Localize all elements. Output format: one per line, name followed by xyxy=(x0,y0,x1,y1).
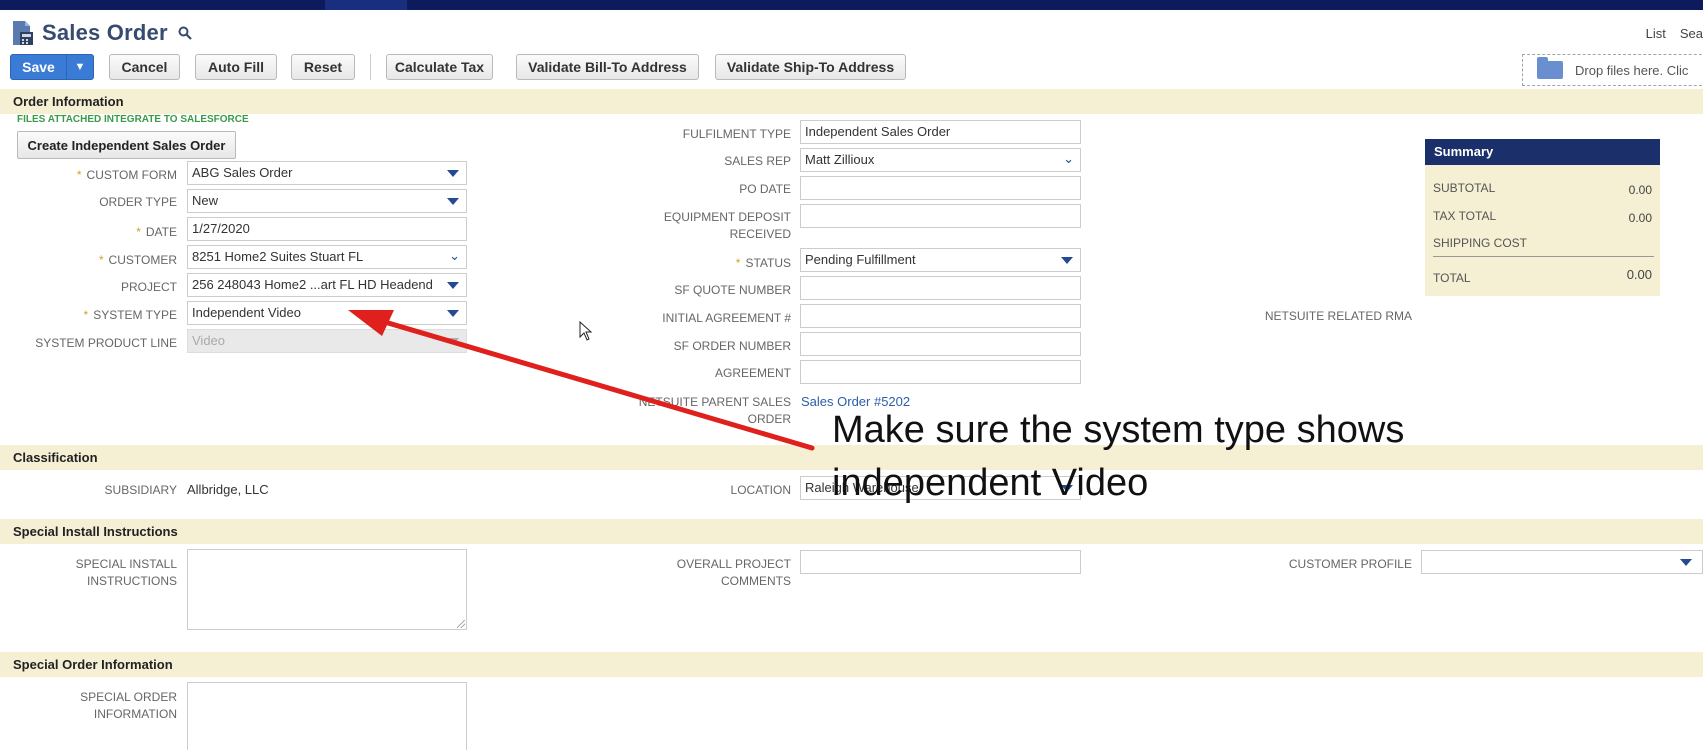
annotation-callout: Make sure the system type shows independ… xyxy=(832,404,1404,510)
mouse-cursor-icon xyxy=(579,320,593,344)
annotation-arrow xyxy=(348,310,815,451)
annotation-line-2: independent Video xyxy=(832,462,1149,504)
annotation-line-1: Make sure the system type shows xyxy=(832,409,1405,451)
